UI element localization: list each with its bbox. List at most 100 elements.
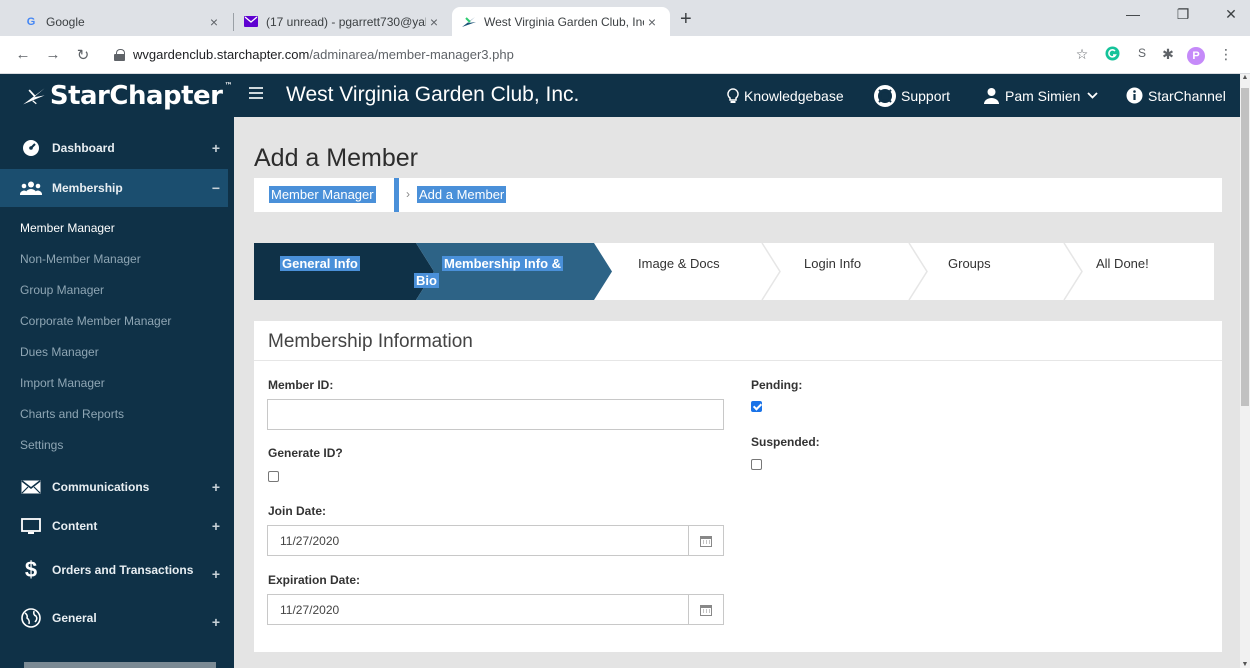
step-image-docs[interactable]: Image & Docs [638, 255, 720, 272]
breadcrumb-member-manager[interactable]: Member Manager [269, 186, 376, 203]
pending-checkbox[interactable] [751, 401, 762, 412]
sidebar-subitem-corporate-member-manager[interactable]: Corporate Member Manager [20, 314, 171, 328]
sidebar-subitem-dues-manager[interactable]: Dues Manager [20, 345, 99, 359]
user-icon [983, 87, 1000, 104]
pending-label: Pending: [751, 378, 803, 392]
scrollbar-thumb[interactable] [1241, 88, 1249, 406]
browser-tab-yahoo-mail[interactable]: (17 unread) - pgarrett730@yaho × [234, 7, 452, 36]
panel-title: Membership Information [268, 331, 473, 352]
close-icon[interactable]: × [644, 14, 660, 30]
breadcrumb-separator: › [406, 187, 410, 201]
users-icon [20, 178, 42, 198]
collapse-icon[interactable]: − [212, 180, 220, 196]
calendar-icon [700, 535, 712, 547]
url-text: wvgardenclub.starchapter.com/adminarea/m… [133, 47, 514, 62]
envelope-icon [20, 477, 42, 497]
join-date-label: Join Date: [268, 504, 327, 518]
step-membership-info-bio[interactable]: Membership Info & Bio [414, 255, 564, 289]
restore-icon[interactable]: ❐ [1160, 6, 1206, 23]
grammarly-icon[interactable] [1102, 46, 1122, 64]
minimize-icon[interactable]: — [1110, 6, 1156, 22]
expand-icon[interactable]: + [212, 140, 220, 156]
user-menu[interactable]: Pam Simien [983, 74, 1099, 117]
sidebar-item-communications[interactable]: Communications + [0, 468, 234, 506]
step-chevron [761, 243, 781, 300]
sidebar-subitem-group-manager[interactable]: Group Manager [20, 283, 104, 297]
sidebar-subitem-non-member-manager[interactable]: Non-Member Manager [20, 252, 141, 266]
dashboard-gauge-icon [20, 138, 42, 158]
starchapter-logo[interactable]: StarChapter ™ [22, 78, 232, 114]
membership-information-panel: Membership Information Member ID: Genera… [254, 321, 1222, 652]
expand-icon[interactable]: + [212, 614, 220, 630]
expiration-date-input[interactable] [267, 594, 689, 625]
sidebar-subitem-charts-and-reports[interactable]: Charts and Reports [20, 407, 124, 421]
suspended-label: Suspended: [751, 435, 820, 449]
yahoo-mail-icon [244, 15, 258, 29]
new-tab-button[interactable]: + [680, 9, 692, 29]
main-content: Add a Member Member Manager › Add a Memb… [234, 117, 1240, 668]
step-all-done[interactable]: All Done! [1096, 255, 1149, 272]
sidebar-item-membership[interactable]: Membership − [0, 169, 234, 207]
join-date-input[interactable] [267, 525, 689, 556]
step-login-info[interactable]: Login Info [804, 255, 861, 272]
sidebar: Dashboard + Membership − Member Manager … [0, 117, 234, 668]
puzzle-extensions-icon[interactable]: ✱ [1158, 46, 1178, 63]
close-icon[interactable]: × [426, 14, 442, 30]
scroll-up-icon[interactable]: ▲ [1240, 74, 1250, 81]
expiration-date-calendar-button[interactable] [689, 594, 724, 625]
breadcrumb-divider [394, 178, 399, 212]
sidebar-item-content[interactable]: Content + [0, 507, 234, 545]
s-extension-icon[interactable]: S [1132, 46, 1152, 60]
step-general-info[interactable]: General Info [280, 255, 360, 272]
member-id-input[interactable] [267, 399, 724, 430]
window-close-icon[interactable]: ✕ [1208, 6, 1250, 23]
wizard-steps-shapes [254, 243, 1083, 300]
app-header: StarChapter ™ West Virginia Garden Club, … [0, 74, 1240, 117]
site-title: West Virginia Garden Club, Inc. [286, 83, 580, 106]
monitor-icon [20, 516, 42, 536]
reload-icon[interactable]: ↻ [74, 46, 92, 64]
back-arrow-icon[interactable]: ← [14, 46, 32, 63]
suspended-checkbox[interactable] [751, 459, 762, 470]
scroll-down-icon[interactable]: ▼ [1240, 661, 1250, 668]
page-scrollbar[interactable]: ▲ ▼ [1240, 74, 1250, 668]
generate-id-checkbox[interactable] [268, 471, 279, 482]
calendar-icon [700, 604, 712, 616]
sidebar-subitem-member-manager[interactable]: Member Manager [20, 221, 115, 235]
starchannel-link[interactable]: StarChannel [1126, 74, 1226, 117]
panel-header: Membership Information [254, 321, 1222, 361]
sidebar-subitem-import-manager[interactable]: Import Manager [20, 376, 105, 390]
browser-tab-bar: G Google × (17 unread) - pgarrett730@yah… [0, 0, 1250, 36]
expand-icon[interactable]: + [212, 566, 220, 582]
expiration-date-label: Expiration Date: [268, 573, 361, 587]
globe-icon [20, 608, 42, 628]
kebab-menu-icon[interactable]: ⋮ [1216, 46, 1236, 63]
step-groups[interactable]: Groups [948, 255, 991, 272]
chevron-down-icon [1087, 92, 1099, 99]
sidebar-item-orders-and-transactions[interactable]: $ Orders and Transactions + [0, 551, 234, 589]
browser-address-bar: ← → ↻ wvgardenclub.starchapter.com/admin… [0, 36, 1250, 74]
knowledgebase-link[interactable]: Knowledgebase [727, 74, 844, 117]
forward-arrow-icon[interactable]: → [44, 46, 62, 63]
browser-tab-google[interactable]: G Google × [14, 7, 232, 36]
join-date-calendar-button[interactable] [689, 525, 724, 556]
tab-title: West Virginia Garden Club, Inc. A [484, 14, 644, 29]
step-chevron [908, 243, 928, 300]
support-link[interactable]: Support [874, 74, 950, 117]
sidebar-subitem-settings[interactable]: Settings [20, 438, 63, 452]
lifebuoy-icon [874, 84, 896, 107]
logo-text: StarChapter ™ [49, 81, 233, 111]
sidebar-item-dashboard[interactable]: Dashboard + [0, 129, 234, 167]
profile-avatar[interactable]: P [1186, 46, 1206, 65]
bookmark-star-icon[interactable]: ☆ [1072, 46, 1092, 63]
browser-tab-starchapter[interactable]: West Virginia Garden Club, Inc. A × [452, 7, 670, 36]
expand-icon[interactable]: + [212, 518, 220, 534]
close-icon[interactable]: × [206, 14, 222, 30]
url-input[interactable]: wvgardenclub.starchapter.com/adminarea/m… [100, 40, 1092, 69]
breadcrumb-current: Add a Member [417, 186, 507, 203]
dollar-icon: $ [24, 557, 38, 582]
menu-toggle-icon[interactable] [249, 87, 263, 103]
expand-icon[interactable]: + [212, 479, 220, 495]
generate-id-label: Generate ID? [268, 446, 343, 460]
sidebar-item-general[interactable]: General + [0, 599, 234, 637]
